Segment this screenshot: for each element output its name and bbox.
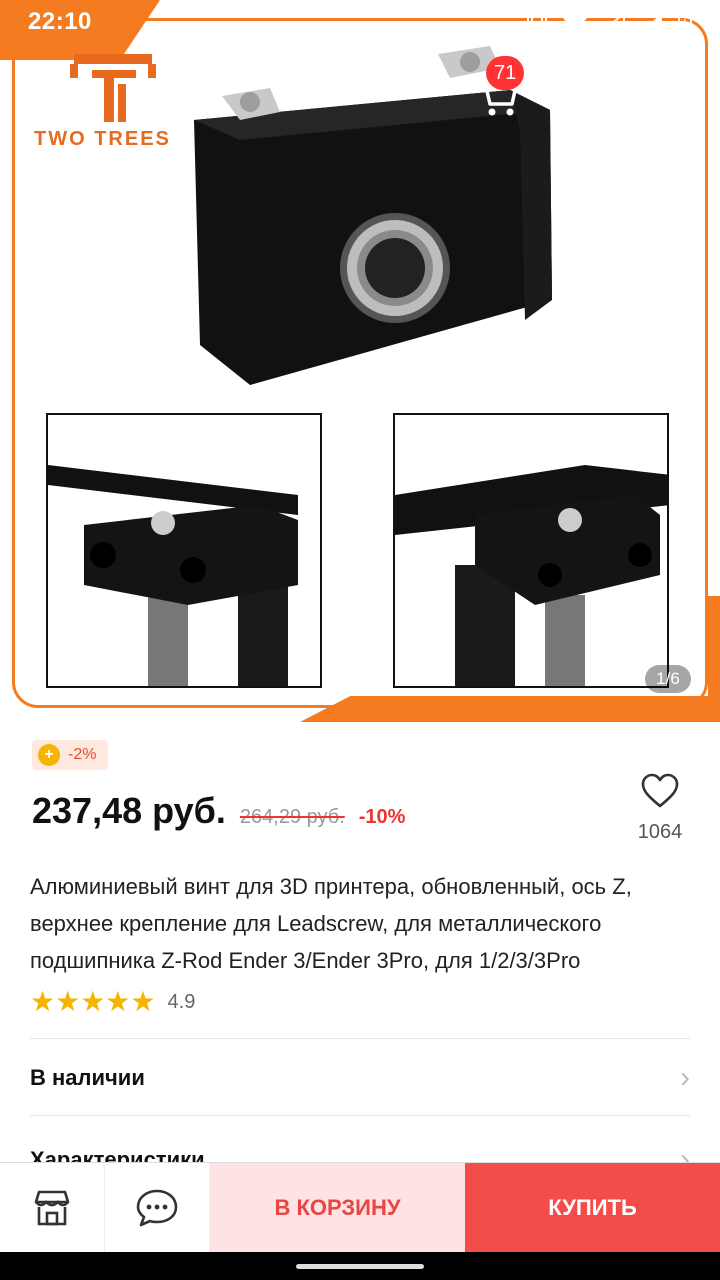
product-screen: TWO TREES 1/6 22:10 71 + -2% 237,48 руб.… [0,0,720,1280]
decor-corner [708,596,720,716]
back-arrow-icon [35,79,64,105]
status-bar: 22:10 [0,0,720,44]
divider [30,1038,690,1039]
availability-row[interactable]: В наличии › [30,1058,690,1098]
bottom-action-bar: В КОРЗИНУ КУПИТЬ [0,1162,720,1253]
status-time: 22:10 [28,8,92,35]
discount-percent: -10% [358,806,406,828]
wifi-icon [563,13,587,32]
product-title: Алюминиевый винт для 3D принтера, обновл… [30,874,632,973]
battery-icon [678,10,692,34]
original-price: 264,29 руб. [239,806,345,828]
chat-button[interactable] [105,1163,210,1253]
product-rating[interactable]: ★★★★★ 4.9 [30,988,195,1016]
vibrate-icon [527,12,547,32]
more-button[interactable] [660,70,696,114]
more-vertical-icon [674,76,682,108]
store-icon [34,1190,70,1226]
brand-logo-text: TWO TREES [34,128,171,150]
cart-count-badge: 71 [486,56,525,90]
product-detail-photo [46,413,322,688]
home-gesture-handle[interactable] [296,1264,424,1269]
coupon-badge[interactable]: + -2% [32,740,109,770]
favorite-button[interactable]: 1064 [630,772,690,844]
rating-value: 4.9 [167,990,196,1013]
heart-icon [641,773,679,808]
image-counter: 1/6 [645,665,691,693]
decor-corner [300,696,720,722]
buy-now-button[interactable]: КУПИТЬ [465,1163,720,1253]
divider [30,1115,690,1116]
back-button[interactable] [30,72,70,112]
status-icons [526,10,692,34]
chat-icon [136,1189,178,1227]
current-price: 237,48 руб. [32,790,226,831]
favorite-count: 1064 [637,821,683,843]
product-detail-photo [393,413,669,688]
product-image-gallery[interactable]: TWO TREES 1/6 [0,0,720,722]
rating-stars: ★★★★★ [30,986,156,1017]
chevron-right-icon: › [680,1061,690,1094]
signal-icon [602,11,625,32]
share-icon [566,76,606,108]
store-button[interactable] [0,1163,105,1253]
system-navigation-bar [0,1252,720,1280]
add-to-cart-button[interactable]: В КОРЗИНУ [210,1163,465,1253]
coin-icon: + [38,744,60,766]
availability-label: В наличии [30,1065,145,1090]
price-row: 237,48 руб. 264,29 руб. -10% [32,790,405,832]
coupon-text: -2% [68,746,97,763]
signal-icon [642,13,662,31]
share-button[interactable] [562,70,610,114]
